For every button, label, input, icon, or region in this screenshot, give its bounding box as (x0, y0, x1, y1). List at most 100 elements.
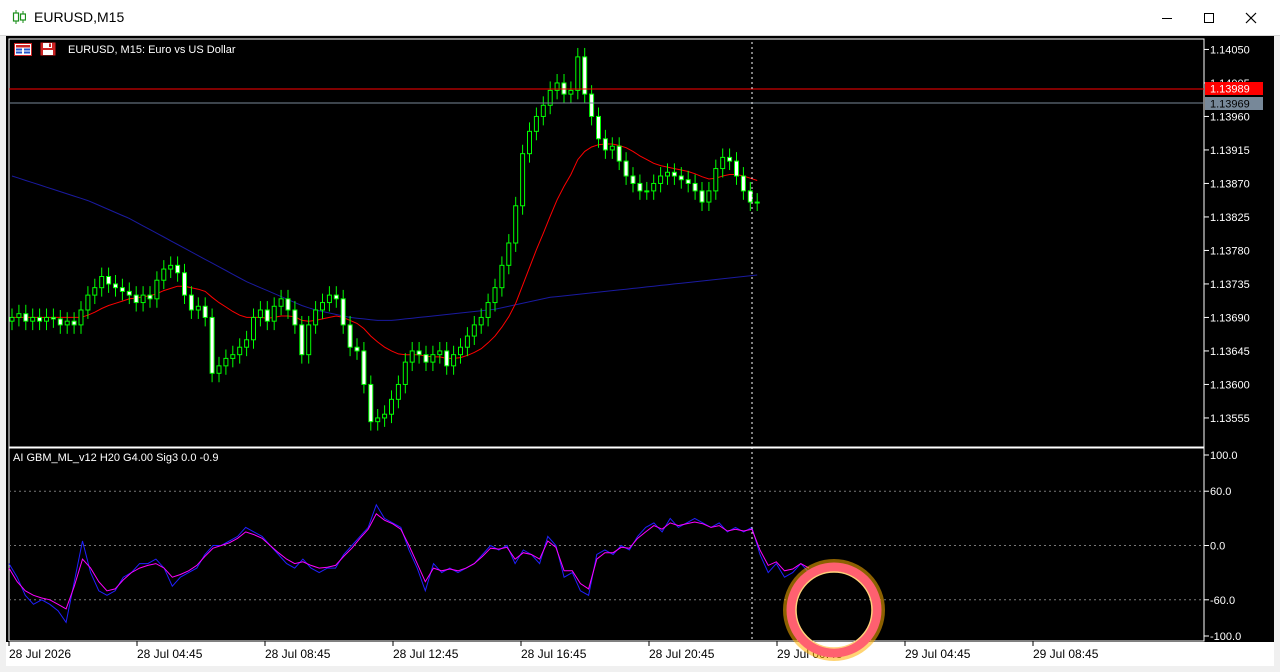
candle-bear (354, 346, 360, 352)
candle-bull (244, 339, 250, 348)
price-tick-label: 1.13600 (1210, 379, 1250, 391)
highlight-ring (786, 562, 882, 658)
candle-bull (540, 104, 546, 117)
candle-bull (99, 276, 105, 289)
candle-bull (402, 361, 408, 385)
candle-bull (278, 298, 284, 307)
candle-bull (168, 264, 174, 270)
ma-slow-layer (11, 175, 758, 321)
candle-bull (375, 417, 381, 423)
candle-bull (271, 305, 277, 322)
close-button[interactable] (1230, 0, 1272, 36)
candle-bull (720, 156, 726, 170)
candle-bull (85, 294, 91, 311)
maximize-icon (1204, 13, 1214, 23)
ma-fast-line (12, 143, 758, 359)
chart-workspace: 1.140501.140051.139601.139151.138701.138… (0, 36, 1280, 672)
candle-bull (140, 294, 146, 304)
price-tick-label: 1.13915 (1210, 145, 1250, 157)
candle-bear (119, 287, 125, 292)
time-tick-label: 28 Jul 12:45 (393, 647, 459, 661)
chart-window[interactable]: 1.140501.140051.139601.139151.138701.138… (6, 36, 1274, 666)
indicator-tick-label: 60.0 (1210, 486, 1231, 498)
candle-bull (506, 242, 512, 266)
candle-bear (292, 309, 298, 326)
candle-bull (575, 56, 581, 91)
candle-bear (416, 350, 422, 356)
candle-bull (389, 398, 394, 415)
candle-bull (520, 153, 526, 207)
candle-bull (154, 279, 160, 300)
time-tick-label: 28 Jul 20:45 (649, 647, 715, 661)
time-tick-label: 28 Jul 04:45 (137, 647, 203, 661)
candlestick-app-icon (12, 10, 26, 24)
close-icon (1245, 12, 1257, 24)
candle-bull (651, 182, 657, 192)
candle-bull (30, 316, 36, 322)
candle-bull (513, 205, 519, 244)
price-tick-label: 1.13690 (1210, 312, 1250, 324)
price-tick-label: 1.13825 (1210, 212, 1250, 224)
window-title: EURUSD,M15 (34, 9, 125, 25)
candle-bear (37, 316, 43, 322)
indicator-pane-border (8, 447, 1205, 642)
candle-bull (78, 309, 84, 326)
candle-bull (430, 354, 436, 363)
indicator-tick-label: -60.0 (1210, 595, 1235, 607)
candle-bear (71, 320, 77, 326)
candle-bear (589, 93, 595, 117)
candle-bear (340, 298, 346, 326)
candle-bear (685, 179, 691, 184)
candle-bear (126, 290, 132, 296)
candle-bear (602, 138, 608, 151)
highlight-ring-inner (795, 571, 873, 649)
candle-bull (533, 115, 539, 132)
maximize-button[interactable] (1188, 0, 1230, 36)
save-disk-icon[interactable] (40, 42, 56, 56)
indicator-line-signal (8, 513, 810, 610)
minimize-button[interactable] (1146, 0, 1188, 36)
main-pane-border (8, 38, 1205, 448)
candle-bull (395, 383, 401, 400)
candle-bull (754, 201, 760, 204)
candle-bull (320, 302, 325, 311)
price-tick-label: 1.13870 (1210, 178, 1250, 190)
candle-bull (9, 316, 15, 322)
candle-bull (257, 309, 263, 318)
time-tick-label: 29 Jul 08:45 (1033, 647, 1099, 661)
chart-canvas[interactable]: 1.140501.140051.139601.139151.138701.138… (6, 36, 1274, 666)
candle-bear (368, 383, 374, 423)
indicator-axis: 100.0 60.0 0.0 -60.0 -100.0 (9, 450, 1241, 643)
candle-bull (658, 175, 664, 184)
candle-bear (188, 294, 194, 311)
indicator-lines-layer (8, 503, 810, 624)
price-tick-label: 1.13555 (1210, 413, 1250, 425)
candle-bear (699, 190, 705, 203)
chart-grid-icon[interactable] (14, 43, 32, 56)
candle-bull (665, 171, 670, 177)
candle-bear (361, 350, 367, 385)
candle-bull (313, 309, 319, 326)
candle-bear (423, 354, 429, 363)
candle-bull (458, 346, 463, 356)
candle-bear (727, 156, 733, 162)
candle-bear (616, 145, 622, 162)
candle-bull (492, 287, 498, 304)
candle-bear (175, 264, 181, 274)
candle-bear (57, 318, 63, 326)
candle-bull (609, 145, 615, 151)
candle-bear (444, 350, 450, 367)
candle-bull (706, 190, 712, 203)
candle-bull (382, 413, 388, 419)
price-tick-label: 1.13645 (1210, 346, 1250, 358)
candle-bear (202, 305, 208, 318)
price-tick-label: 1.13735 (1210, 279, 1250, 291)
candle-bull (223, 357, 229, 367)
symbol-label: EURUSD, M15: Euro vs US Dollar (68, 44, 236, 56)
candle-bull (478, 316, 484, 326)
ask-price-tag-label: 1.13969 (1210, 99, 1250, 111)
candles-layer (9, 47, 760, 431)
candle-bull (44, 316, 49, 322)
candle-bear (147, 294, 153, 300)
candle-bull (437, 350, 443, 356)
